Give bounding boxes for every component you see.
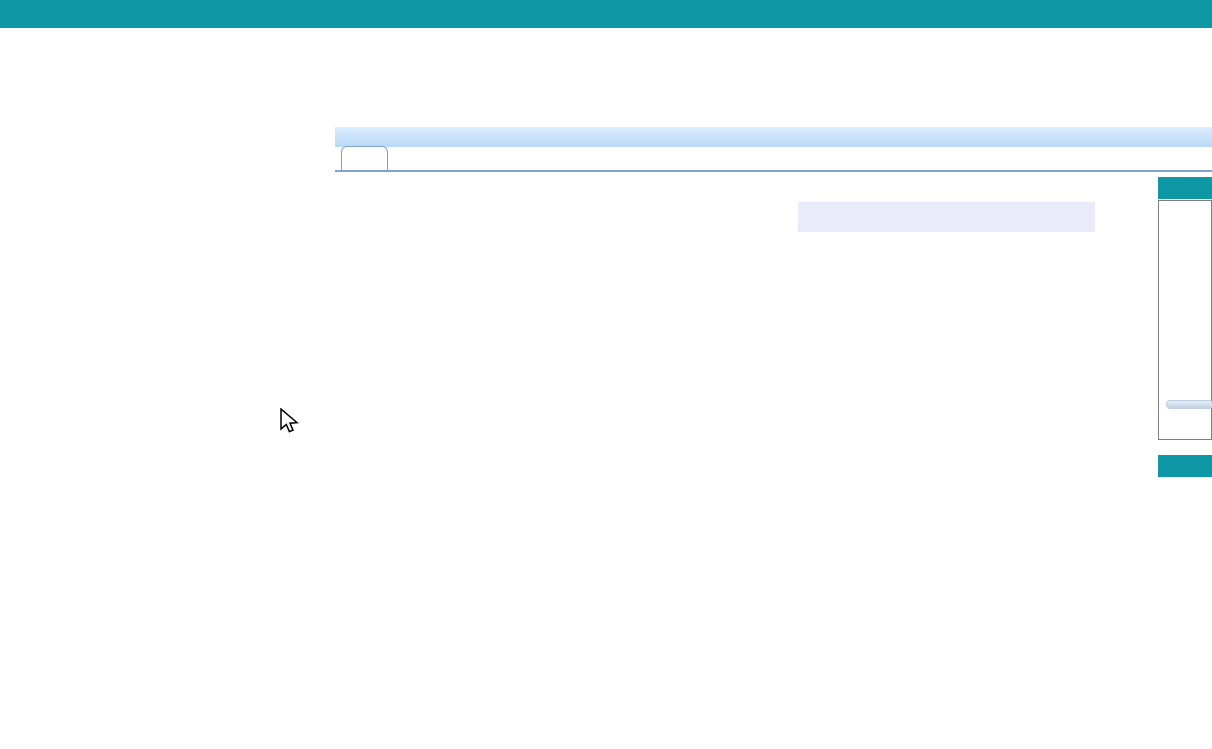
briefcase-icon bbox=[340, 131, 355, 144]
ribbon-tab-bar bbox=[0, 0, 1212, 28]
panel-lignes-semaine bbox=[783, 455, 1146, 725]
panel-workflow-commande bbox=[783, 242, 1146, 447]
nombre-bar bbox=[1166, 400, 1212, 409]
dashboard-content bbox=[335, 172, 1212, 749]
date-banner bbox=[798, 202, 1095, 232]
panel-nombre-header bbox=[1158, 177, 1212, 199]
panel-client-bloque-header bbox=[1158, 455, 1212, 477]
client-bloque-list bbox=[1158, 477, 1212, 749]
app-root bbox=[0, 0, 1212, 749]
window-tabstrip bbox=[335, 147, 1212, 172]
window-tab[interactable] bbox=[341, 146, 388, 170]
sidebar bbox=[0, 125, 335, 749]
panel-relance-arc bbox=[340, 458, 770, 749]
panel-commandes-en-cours bbox=[340, 182, 770, 455]
nombre-chart-area bbox=[1158, 200, 1212, 440]
sidebar-header bbox=[0, 125, 335, 161]
window-titlebar[interactable] bbox=[335, 127, 1212, 147]
briefcase-icon bbox=[354, 152, 369, 165]
navigation-tree bbox=[35, 167, 335, 749]
mdi-window bbox=[335, 127, 1212, 749]
ribbon-toolbar bbox=[0, 28, 1212, 117]
